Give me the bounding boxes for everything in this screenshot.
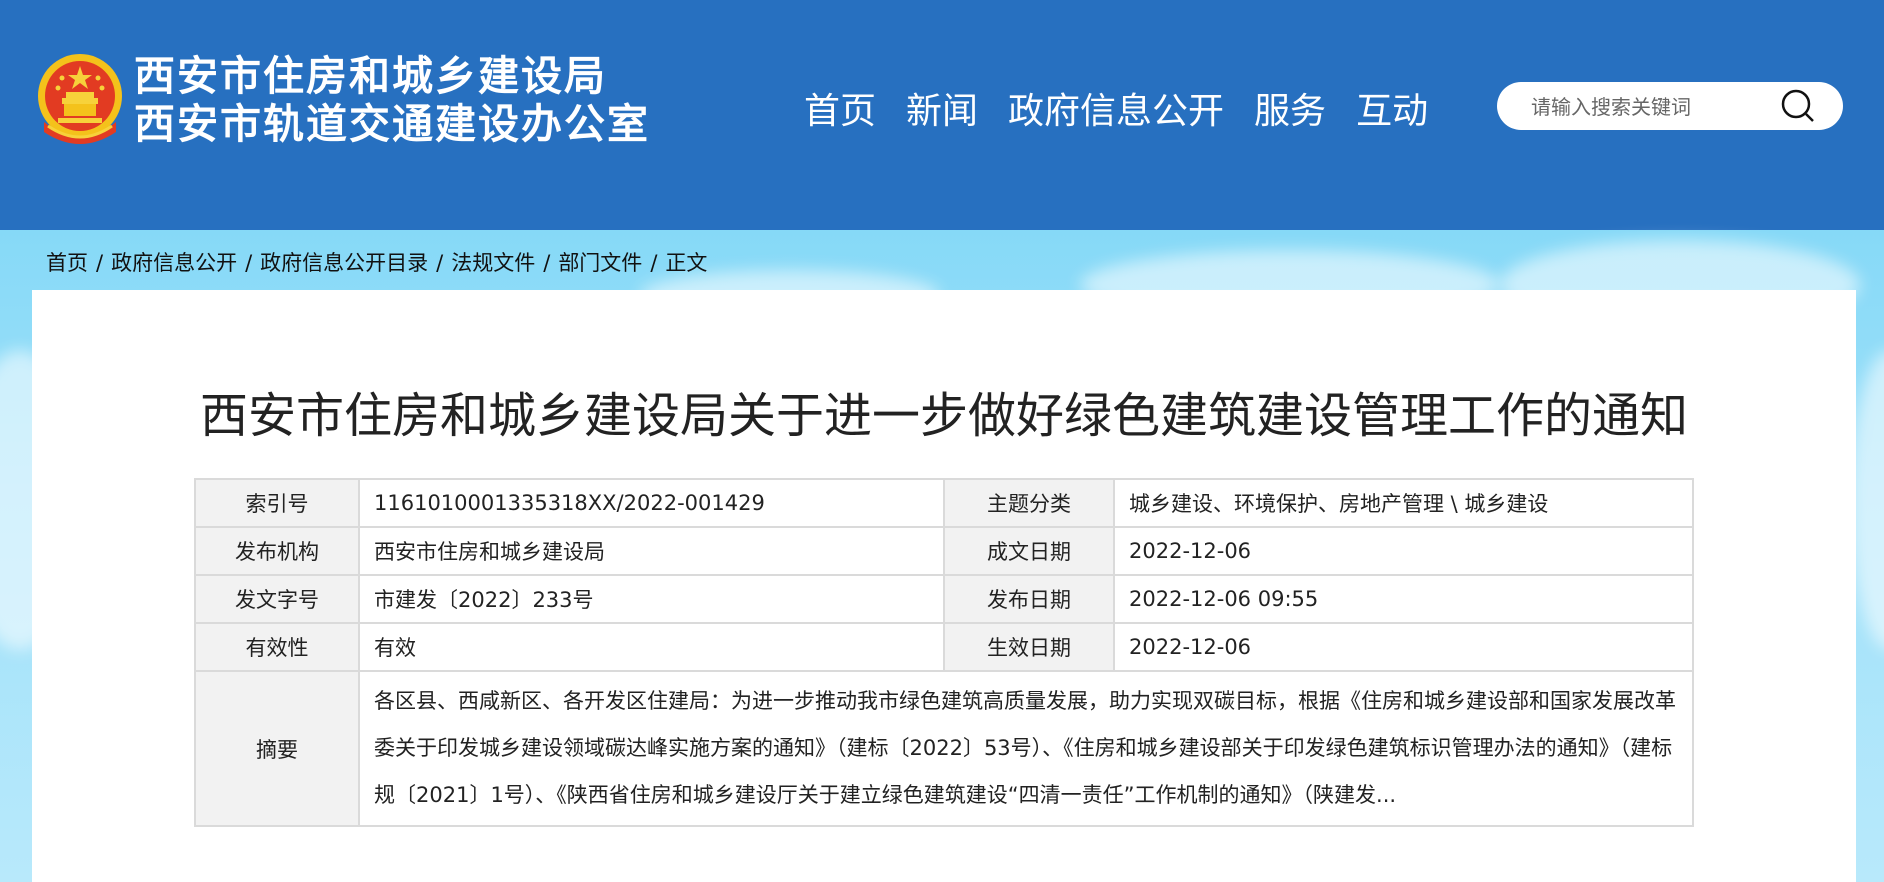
site-header: 西安市住房和城乡建设局 西安市轨道交通建设办公室 首页 新闻 政府信息公开 服务…	[0, 0, 1884, 230]
national-emblem-icon[interactable]	[36, 52, 124, 146]
written-date-label: 成文日期	[943, 526, 1115, 576]
index-label: 索引号	[194, 478, 360, 528]
publisher-label: 发布机构	[194, 526, 360, 576]
publisher-value: 西安市住房和城乡建设局	[358, 526, 945, 576]
effective-date-value: 2022-12-06	[1113, 622, 1694, 672]
metadata-table: 索引号 1161010001335318XX/2022-001429 主题分类 …	[194, 478, 1694, 827]
search-input[interactable]	[1529, 90, 1763, 124]
search-icon[interactable]	[1779, 88, 1819, 124]
table-row: 索引号 1161010001335318XX/2022-001429 主题分类 …	[194, 478, 1694, 528]
effective-date-label: 生效日期	[943, 622, 1115, 672]
breadcrumb-gov-info-catalog[interactable]: 政府信息公开目录	[260, 248, 428, 278]
publish-date-value: 2022-12-06 09:55	[1113, 574, 1694, 624]
summary-label: 摘要	[194, 670, 360, 827]
breadcrumb-department-docs[interactable]: 部门文件	[558, 248, 642, 278]
table-row: 有效性 有效 生效日期 2022-12-06	[194, 622, 1694, 672]
article-title: 西安市住房和城乡建设局关于进一步做好绿色建筑建设管理工作的通知	[199, 388, 1688, 444]
main-nav: 首页 新闻 政府信息公开 服务 互动	[804, 88, 1458, 136]
validity-label: 有效性	[194, 622, 360, 672]
breadcrumb-current: 正文	[665, 251, 708, 275]
nav-home[interactable]: 首页	[804, 88, 876, 136]
publish-date-label: 发布日期	[943, 574, 1115, 624]
doc-number-value: 市建发〔2022〕233号	[358, 574, 945, 624]
nav-interaction[interactable]: 互动	[1356, 88, 1428, 136]
breadcrumb-home[interactable]: 首页	[46, 248, 88, 278]
written-date-value: 2022-12-06	[1113, 526, 1694, 576]
summary-value: 各区县、西咸新区、各开发区住建局：为进一步推动我市绿色建筑高质量发展，助力实现双…	[358, 670, 1694, 827]
breadcrumb-gov-info[interactable]: 政府信息公开	[111, 248, 237, 278]
content-card: 西安市住房和城乡建设局关于进一步做好绿色建筑建设管理工作的通知 索引号 1161…	[32, 290, 1856, 882]
doc-number-label: 发文字号	[194, 574, 360, 624]
validity-value: 有效	[358, 622, 945, 672]
index-value: 1161010001335318XX/2022-001429	[358, 478, 945, 528]
table-row: 摘要 各区县、西咸新区、各开发区住建局：为进一步推动我市绿色建筑高质量发展，助力…	[194, 670, 1694, 827]
nav-service[interactable]: 服务	[1254, 88, 1326, 136]
table-row: 发布机构 西安市住房和城乡建设局 成文日期 2022-12-06	[194, 526, 1694, 576]
nav-gov-info[interactable]: 政府信息公开	[1008, 88, 1224, 136]
site-title-line1: 西安市住房和城乡建设局	[134, 52, 607, 100]
nav-news[interactable]: 新闻	[906, 88, 978, 136]
topic-value: 城乡建设、环境保护、房地产管理 \ 城乡建设	[1113, 478, 1694, 528]
breadcrumb-regulations[interactable]: 法规文件	[451, 248, 535, 278]
topic-label: 主题分类	[943, 478, 1115, 528]
search-box	[1497, 82, 1843, 130]
table-row: 发文字号 市建发〔2022〕233号 发布日期 2022-12-06 09:55	[194, 574, 1694, 624]
site-title-line2: 西安市轨道交通建设办公室	[134, 100, 650, 148]
breadcrumb: 首页 / 政府信息公开 / 政府信息公开目录 / 法规文件 / 部门文件 / 正文	[46, 248, 707, 278]
